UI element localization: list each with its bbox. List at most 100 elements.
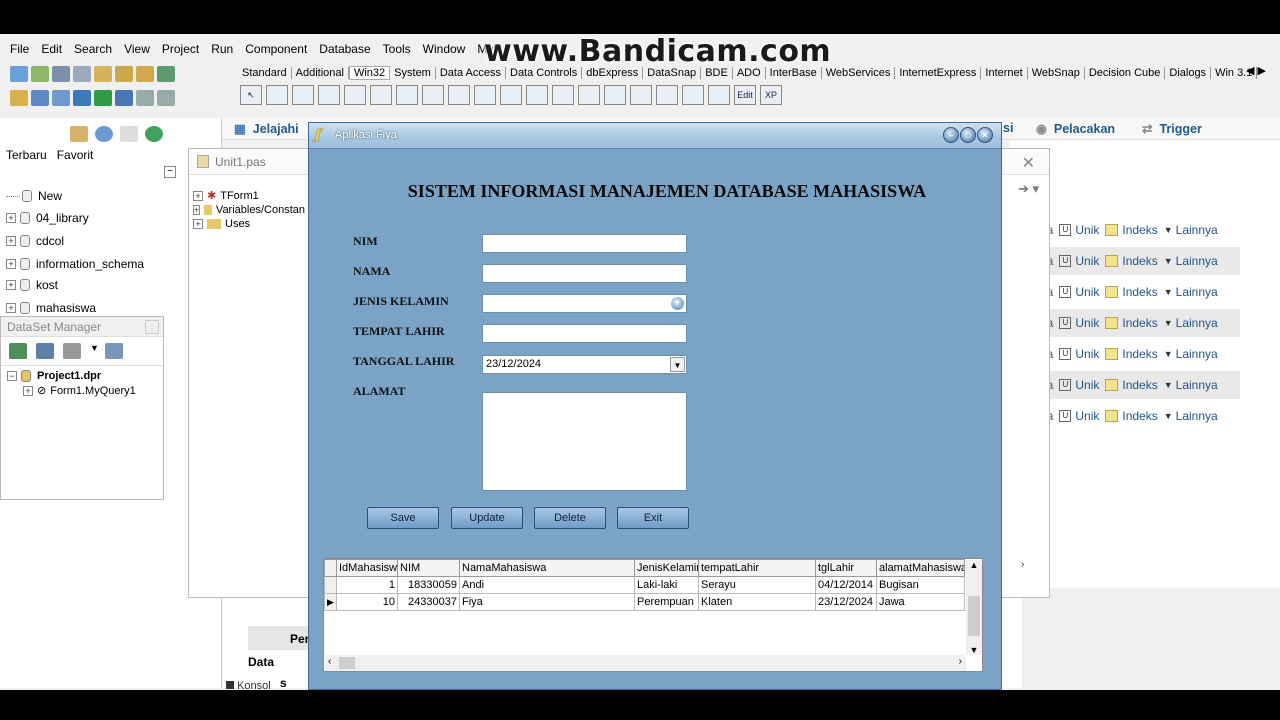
palette-tab-dialogs[interactable]: Dialogs — [1165, 67, 1212, 79]
scroll-left-icon[interactable]: ‹ — [328, 656, 331, 667]
view-form-icon[interactable] — [31, 90, 49, 106]
close-icon[interactable] — [145, 320, 159, 334]
column-header[interactable]: JenisKelamin — [634, 559, 699, 577]
refresh-icon[interactable] — [145, 126, 163, 142]
palette-tab-data-controls[interactable]: Data Controls — [506, 67, 583, 79]
column-header[interactable]: tglLahir — [815, 559, 877, 577]
toggle-icon[interactable] — [52, 90, 70, 106]
palette-tab-bde[interactable]: BDE — [701, 67, 733, 79]
view-unit-icon[interactable] — [10, 90, 28, 106]
table-cell[interactable]: 23/12/2024 — [815, 593, 877, 611]
trackbar-icon[interactable] — [370, 85, 392, 105]
tree-item-database[interactable]: + kost — [6, 278, 58, 292]
unique-icon[interactable]: U — [1059, 379, 1072, 391]
index-link[interactable]: Indeks — [1122, 409, 1157, 423]
index-icon[interactable] — [1105, 410, 1119, 422]
pagescroller-icon[interactable] — [708, 85, 730, 105]
statusbar-icon[interactable] — [630, 85, 652, 105]
tab-pelacakan[interactable]: ◉ Pelacakan — [1036, 121, 1115, 136]
menu-component[interactable]: Component — [245, 42, 307, 56]
tree-item-query[interactable]: + ⊘ Form1.MyQuery1 — [23, 384, 157, 397]
column-header[interactable]: tempatLahir — [698, 559, 816, 577]
collapse-icon[interactable]: − — [164, 166, 176, 178]
nama-input[interactable] — [482, 264, 687, 283]
index-icon[interactable] — [1105, 286, 1119, 298]
save-button[interactable]: Save — [367, 507, 439, 529]
palette-tab-data-access[interactable]: Data Access — [436, 67, 506, 79]
table-cell[interactable]: 1 — [336, 576, 398, 594]
close-icon[interactable]: ✕ — [977, 127, 993, 143]
expand-icon[interactable]: + — [193, 190, 203, 201]
menu-window[interactable]: Window — [423, 42, 466, 56]
comboboxex-icon[interactable]: Edit — [734, 85, 756, 105]
table-cell[interactable]: Bugisan — [876, 576, 965, 594]
unique-link[interactable]: Unik — [1075, 409, 1099, 423]
menu-file[interactable]: File — [10, 42, 29, 56]
index-icon[interactable] — [1105, 379, 1119, 391]
palette-tab-webservices[interactable]: WebServices — [822, 67, 896, 79]
navigate-arrows[interactable]: ➔ ▾ — [1018, 181, 1039, 197]
tree-item-variables[interactable]: + Variables/Constan — [193, 204, 305, 216]
palette-tab-standard[interactable]: Standard — [238, 67, 292, 79]
tree-item-database[interactable]: +04_library — [6, 211, 89, 225]
column-header[interactable]: alamatMahasiswa — [876, 559, 965, 577]
scroll-right-icon[interactable]: › — [959, 656, 962, 667]
trace-into-icon[interactable] — [136, 90, 154, 106]
tree-item-database[interactable]: + cdcol — [6, 234, 64, 248]
unique-icon[interactable]: U — [1059, 224, 1072, 236]
filter-icon[interactable] — [63, 343, 81, 359]
tab-partial[interactable]: si — [1003, 121, 1013, 135]
column-header[interactable]: IdMahasiswa — [336, 559, 398, 577]
palette-tab-win32[interactable]: Win32 — [348, 66, 391, 80]
index-link[interactable]: Indeks — [1122, 254, 1157, 268]
menu-view[interactable]: View — [124, 42, 150, 56]
expand-icon[interactable]: + — [6, 280, 16, 290]
tanggal-lahir-datepicker[interactable]: 23/12/2024 ▼ — [482, 355, 687, 374]
chevron-down-icon[interactable]: ▼ — [90, 343, 99, 359]
menu-database[interactable]: Database — [319, 42, 370, 56]
expand-icon[interactable]: + — [23, 385, 33, 396]
column-header[interactable]: NamaMahasiswa — [459, 559, 635, 577]
expand-icon[interactable]: + — [6, 213, 16, 223]
menu-tools[interactable]: Tools — [383, 42, 411, 56]
grid-icon[interactable] — [104, 343, 123, 359]
index-link[interactable]: Indeks — [1122, 223, 1157, 237]
palette-tab-datasnap[interactable]: DataSnap — [643, 67, 702, 79]
richedit-icon[interactable] — [344, 85, 366, 105]
table-cell[interactable]: 18330059 — [397, 576, 460, 594]
pagecontrol-icon[interactable] — [292, 85, 314, 105]
menu-search[interactable]: Search — [74, 42, 112, 56]
chevron-down-icon[interactable]: ▼ — [1164, 256, 1173, 266]
more-link[interactable]: Lainnya — [1176, 223, 1218, 237]
table-cell[interactable]: Fiya — [459, 593, 635, 611]
palette-tab-decision-cube[interactable]: Decision Cube — [1085, 67, 1166, 79]
run-icon[interactable] — [94, 90, 112, 106]
palette-tab-additional[interactable]: Additional — [292, 67, 349, 79]
home-icon[interactable] — [70, 126, 88, 142]
tree-item-project[interactable]: − Project1.dpr — [7, 370, 157, 382]
tree-item-uses[interactable]: + Uses — [193, 218, 305, 230]
tree-item-tform1[interactable]: + ✱ TForm1 — [193, 189, 305, 202]
headercontrol-icon[interactable] — [604, 85, 626, 105]
index-icon[interactable] — [1105, 317, 1119, 329]
step-over-icon[interactable] — [157, 90, 175, 106]
alamat-textarea[interactable] — [482, 392, 687, 491]
menu-project[interactable]: Project — [162, 42, 199, 56]
index-link[interactable]: Indeks — [1122, 285, 1157, 299]
expand-icon[interactable]: + — [193, 219, 203, 229]
pause-icon[interactable] — [115, 90, 133, 106]
scroll-down-icon[interactable]: ▼ — [966, 645, 982, 655]
collapse-icon[interactable]: − — [7, 371, 17, 381]
coolbar-icon[interactable] — [682, 85, 704, 105]
table-cell[interactable]: 10 — [336, 593, 398, 611]
tempat-lahir-input[interactable] — [482, 324, 687, 343]
close-icon[interactable]: ✕ — [1022, 153, 1035, 173]
palette-tab-internet[interactable]: Internet — [981, 67, 1028, 79]
chevron-down-icon[interactable]: ▼ — [1164, 380, 1173, 390]
more-link[interactable]: Lainnya — [1176, 254, 1218, 268]
expand-icon[interactable]: + — [6, 303, 16, 313]
info-icon[interactable] — [95, 126, 113, 142]
minimize-icon[interactable]: – — [943, 127, 959, 143]
tabcontrol-icon[interactable] — [266, 85, 288, 105]
palette-scroll-arrows[interactable]: ◀ ▶ — [1246, 64, 1266, 77]
